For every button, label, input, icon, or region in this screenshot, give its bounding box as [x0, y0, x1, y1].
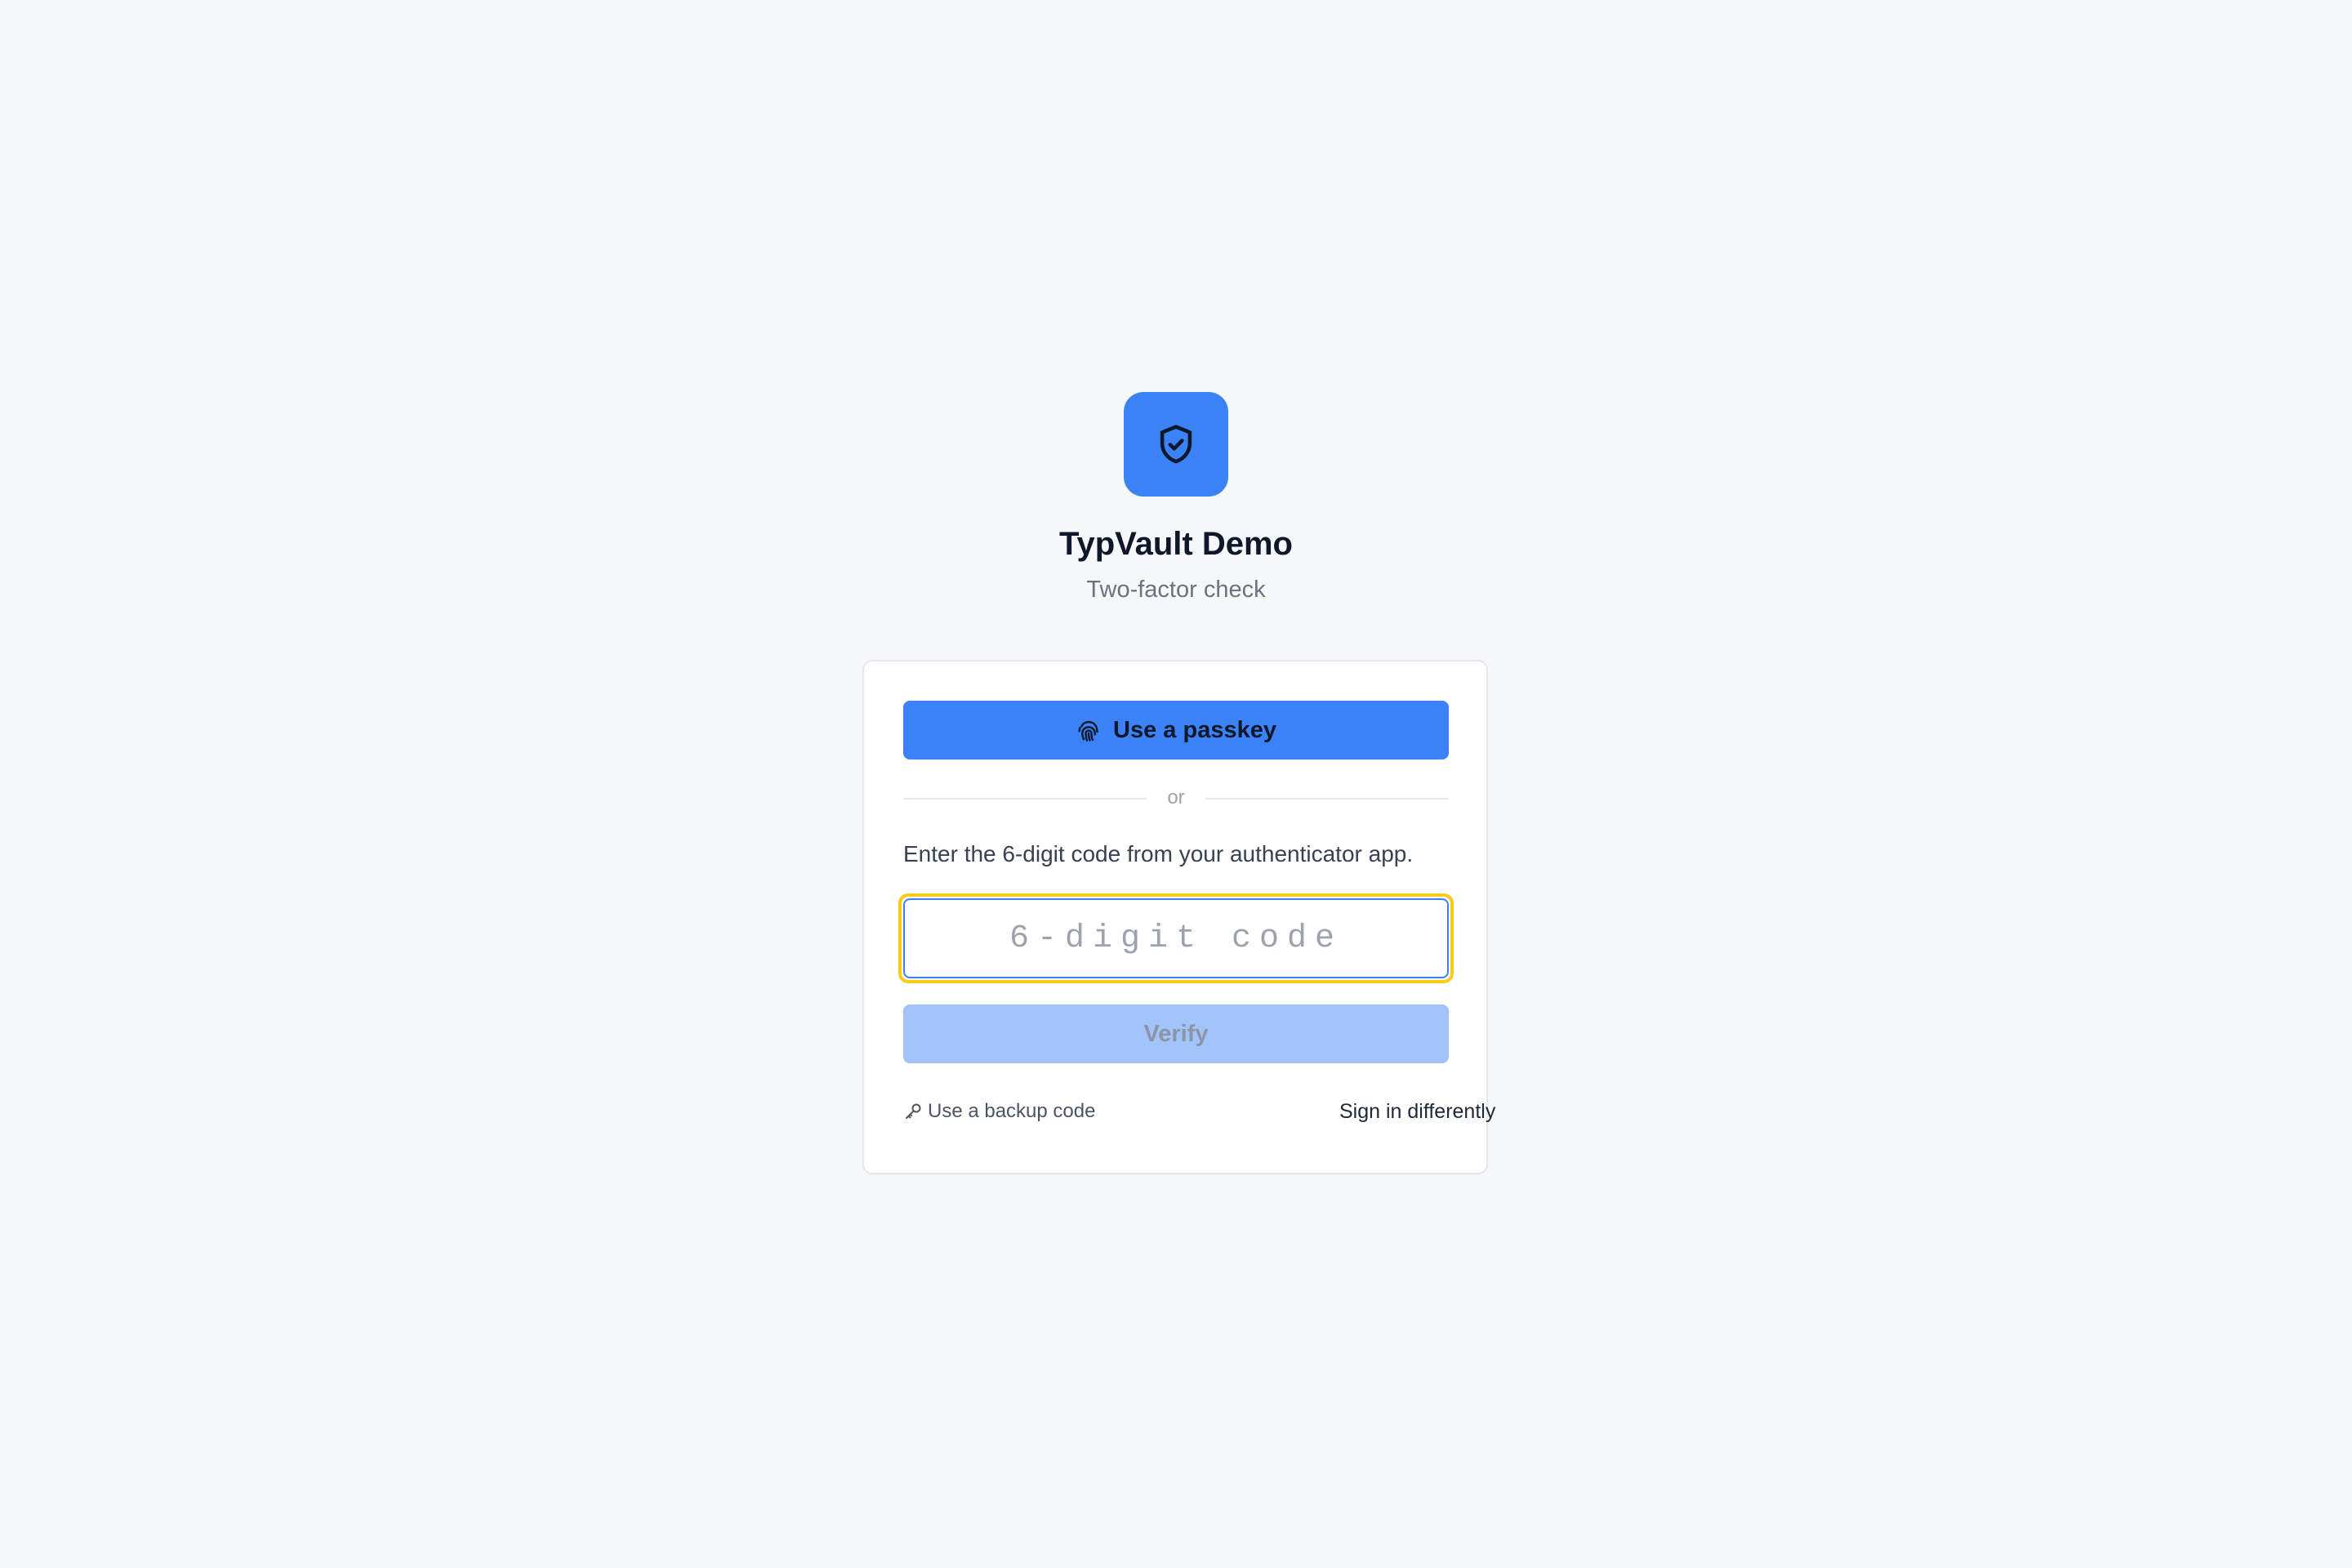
- sign-in-differently-link[interactable]: Sign in differently: [1339, 1098, 1495, 1125]
- divider-line-right: [1205, 798, 1449, 800]
- backup-code-link[interactable]: Use a backup code: [903, 1098, 1095, 1125]
- page-subtitle: Two-factor check: [1086, 577, 1266, 603]
- use-passkey-button[interactable]: Use a passkey: [903, 701, 1449, 760]
- divider-or: or: [1167, 786, 1185, 808]
- code-input[interactable]: [903, 898, 1449, 978]
- divider-line-left: [903, 798, 1147, 800]
- code-instructions: Enter the 6-digit code from your authent…: [903, 841, 1414, 866]
- backup-code-label: Use a backup code: [928, 1100, 1096, 1122]
- app-logo: [1124, 392, 1228, 497]
- use-passkey-label: Use a passkey: [1113, 716, 1276, 743]
- verify-button[interactable]: Verify: [903, 1004, 1449, 1063]
- two-factor-page: TypVault Demo Two-factor check Use a pas…: [0, 0, 2352, 1568]
- shield-check-icon: [1160, 425, 1192, 464]
- key-icon: [906, 1103, 921, 1119]
- fingerprint-icon: [1078, 720, 1098, 742]
- app-title: TypVault Demo: [1059, 526, 1293, 562]
